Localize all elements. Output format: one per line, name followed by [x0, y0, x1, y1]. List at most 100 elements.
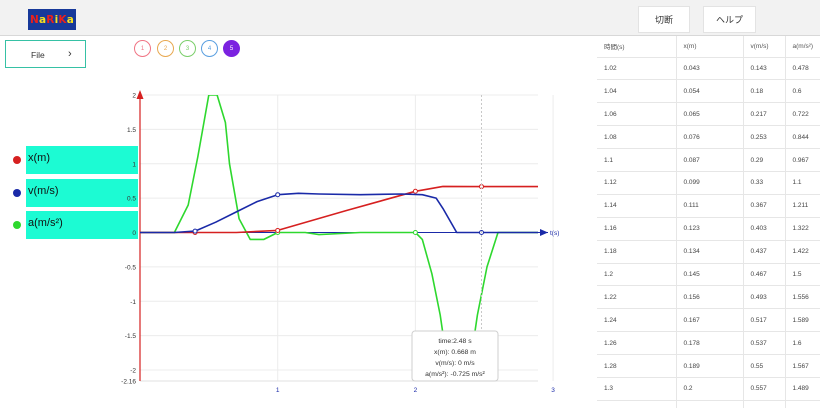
y-tick-label: 2: [132, 93, 136, 100]
table-row[interactable]: 1.04 0.054 0.18 0.6: [597, 79, 820, 104]
table-row[interactable]: 1.18 0.134 0.437 1.422: [597, 240, 820, 264]
table-row[interactable]: 1.22 0.156 0.493 1.556: [597, 285, 820, 310]
table-cell: 1.02: [597, 57, 677, 81]
table-row[interactable]: 1.1 0.087 0.29 0.967: [597, 148, 820, 172]
column-header[interactable]: 時間(s): [597, 36, 677, 58]
x-axis-label: t(s): [550, 230, 559, 237]
y-tick-label: -0.5: [125, 264, 137, 271]
table-cell: 0.2: [676, 377, 744, 401]
x-tick-label: 3: [551, 387, 555, 394]
table-cell: 0.29: [743, 148, 786, 172]
table-row[interactable]: 1.16 0.123 0.403 1.322: [597, 217, 820, 241]
x-axis-arrow-icon: [540, 229, 548, 236]
tooltip-line-v: v(m/s): 0 m/s: [435, 360, 475, 367]
table-cell: 0.211: [676, 400, 744, 408]
table-cell: 1.08: [597, 125, 677, 150]
y-tick-label: -2: [130, 368, 136, 375]
data-point: [412, 230, 418, 235]
column-header[interactable]: a(m/s²): [785, 36, 820, 58]
table-row[interactable]: 1.24 0.167 0.517 1.589: [597, 308, 820, 333]
table-cell: 0.517: [743, 308, 786, 333]
table-cell: 1.18: [597, 240, 677, 264]
table-row[interactable]: 1.08 0.076 0.253 0.844: [597, 125, 820, 150]
table-cell: 1.3: [597, 377, 677, 401]
table-cell: 0.087: [676, 148, 744, 172]
table-cell: 0.189: [676, 354, 744, 378]
table-cell: 1.556: [785, 285, 820, 310]
help-button[interactable]: ヘルプ: [703, 6, 756, 33]
y-tick-label: -2.16: [121, 379, 136, 386]
table-cell: 1.567: [785, 354, 820, 378]
table-cell: 0.065: [676, 102, 744, 127]
table-row[interactable]: 1.26 0.178 0.537 1.6: [597, 331, 820, 356]
table-cell: 1.5: [785, 263, 820, 287]
table-cell: 0.076: [676, 125, 744, 150]
column-header[interactable]: x(m): [676, 36, 744, 58]
tooltip-line-a: a(m/s²): -0.725 m/s²: [425, 371, 485, 378]
table-cell: 1.24: [597, 308, 677, 333]
y-tick-label: 1: [132, 161, 136, 168]
table-cell: 0.56: [743, 400, 786, 408]
table-cell: 0.134: [676, 240, 744, 264]
table-row[interactable]: 1.28 0.189 0.55 1.567: [597, 354, 820, 378]
x-tick-label: 1: [276, 387, 280, 394]
table-cell: 1.6: [785, 331, 820, 356]
table-cell: 1.16: [597, 217, 677, 241]
column-header[interactable]: v(m/s): [743, 36, 786, 58]
table-row[interactable]: 1.06 0.065 0.217 0.722: [597, 102, 820, 127]
table-cell: 1.489: [785, 377, 820, 401]
table-row[interactable]: 1.12 0.099 0.33 1.1: [597, 171, 820, 195]
table-row[interactable]: 1.320.2110.561.389: [597, 400, 820, 408]
table-cell: 0.403: [743, 217, 786, 241]
table-cell: 1.589: [785, 308, 820, 333]
y-tick-label: 0: [132, 230, 136, 237]
data-point: [412, 188, 418, 194]
table-cell: 0.099: [676, 171, 744, 195]
table-cell: 0.178: [676, 331, 744, 356]
y-tick-label: 1.5: [127, 127, 136, 134]
table-cell: 0.18: [743, 79, 786, 104]
data-point: [275, 227, 281, 233]
table-cell: 0.557: [743, 377, 786, 401]
tooltip-line-time: time:2.48 s: [438, 338, 472, 345]
table-cell: 1.1: [597, 148, 677, 172]
table-cell: 0.167: [676, 308, 744, 333]
table-cell: 1.32: [597, 400, 677, 408]
table-cell: 1.04: [597, 79, 677, 104]
y-tick-label: -1.5: [125, 333, 137, 340]
table-cell: 1.422: [785, 240, 820, 264]
table-cell: 0.043: [676, 57, 744, 81]
table-cell: 0.054: [676, 79, 744, 104]
table-cell: 1.389: [785, 400, 820, 408]
table-row[interactable]: 1.2 0.145 0.467 1.5: [597, 263, 820, 287]
x-tick-label: 2: [414, 387, 418, 394]
series-line-1: [140, 192, 538, 234]
table-cell: 0.478: [785, 57, 820, 81]
table-cell: 1.211: [785, 194, 820, 218]
disconnect-button[interactable]: 切断: [638, 6, 690, 33]
table-cell: 0.217: [743, 102, 786, 127]
table-cell: 0.111: [676, 194, 744, 218]
table-header-row: 時間(s) x(m) v(m/s) a(m/s²): [597, 36, 820, 58]
table-cell: 0.156: [676, 285, 744, 310]
graph-area[interactable]: 2 1.5 1 0.5 0 -0.5 -1 -1.5 -2 -2.16 1 2 3 t(s) time:2.…: [0, 0, 597, 408]
table-cell: 1.26: [597, 331, 677, 356]
table-row[interactable]: 1.3 0.2 0.557 1.489: [597, 377, 820, 401]
data-point: [192, 228, 198, 234]
table-cell: 1.06: [597, 102, 677, 127]
table-row[interactable]: 1.02 0.043 0.143 0.478: [597, 57, 820, 81]
table-cell: 0.967: [785, 148, 820, 172]
table-cell: 0.437: [743, 240, 786, 264]
table-cell: 1.22: [597, 285, 677, 310]
table-cell: 0.6: [785, 79, 820, 104]
table-cell: 1.1: [785, 171, 820, 195]
table-cell: 0.55: [743, 354, 786, 378]
y-tick-label: 0.5: [127, 196, 136, 203]
table-cell: 0.367: [743, 194, 786, 218]
table-cell: 0.33: [743, 171, 786, 195]
table-row[interactable]: 1.14 0.111 0.367 1.211: [597, 194, 820, 218]
table-cell: 1.12: [597, 171, 677, 195]
data-table[interactable]: 時間(s) x(m) v(m/s) a(m/s²) 1.02 0.043 0.143 0.4…: [597, 36, 820, 408]
table-cell: 0.123: [676, 217, 744, 241]
series-line-0: [140, 185, 538, 234]
